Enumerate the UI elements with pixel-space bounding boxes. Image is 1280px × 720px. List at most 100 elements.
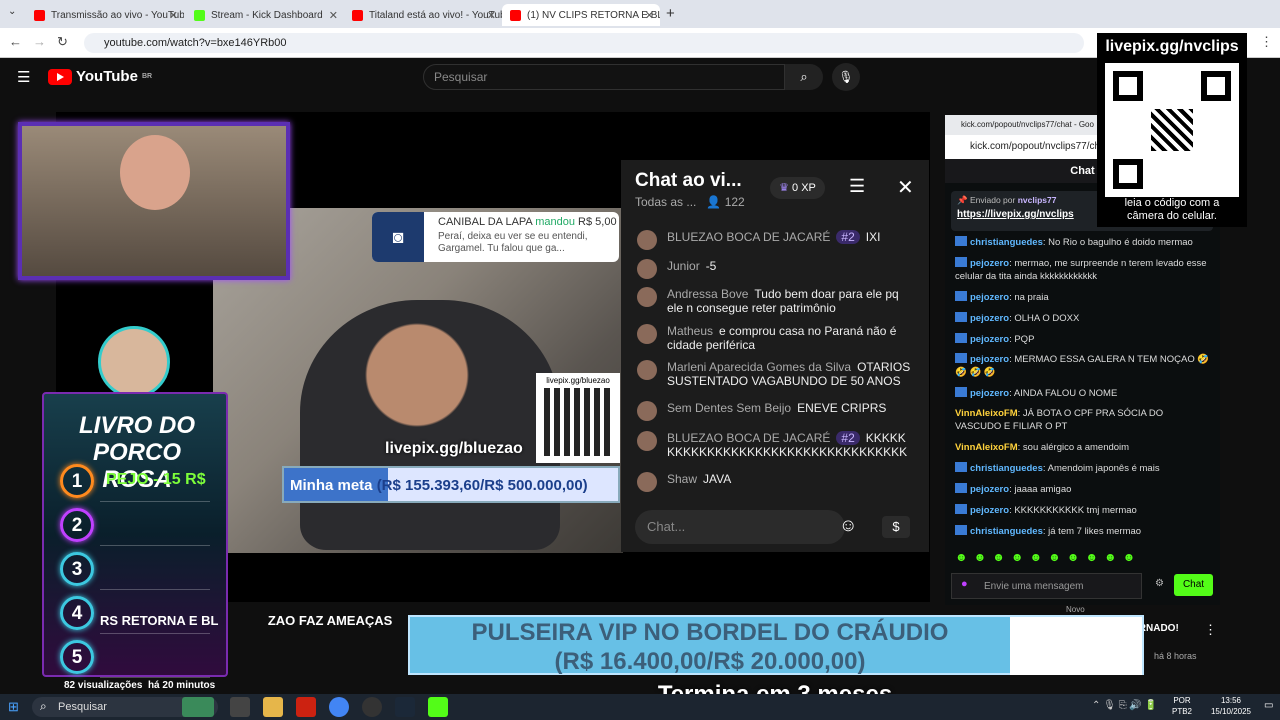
tab-label: Transmissão ao vivo - YouTube — [51, 9, 184, 21]
windows-start-icon[interactable]: ⊞ — [8, 699, 19, 715]
chat-author[interactable]: Andressa Bove — [667, 287, 748, 301]
kick-app-icon[interactable] — [428, 697, 448, 717]
tab-label: Stream - Kick Dashboard — [211, 9, 323, 21]
kick-username[interactable]: pejozero — [970, 292, 1009, 303]
kick-message-text: AINDA FALOU O NOME — [1013, 388, 1118, 399]
new-tab-icon[interactable]: + — [666, 5, 675, 22]
voice-search-button[interactable]: 🎙 — [832, 63, 860, 91]
xp-badge[interactable]: ♛ 0 XP — [770, 177, 825, 199]
clock[interactable]: 13:56 15/10/2025 — [1205, 695, 1257, 717]
avatar[interactable] — [637, 259, 657, 279]
avatar[interactable] — [637, 287, 657, 307]
close-icon[interactable]: ✕ — [487, 9, 496, 22]
tab-youtube-live[interactable]: Transmissão ao vivo - YouTube ✕ — [26, 4, 184, 26]
kick-message-text: KKKKKKKKKKK tmj mermao — [1014, 505, 1137, 516]
file-explorer-icon[interactable] — [263, 697, 283, 717]
kick-message-input[interactable]: Envie uma mensagem — [951, 573, 1142, 599]
close-icon[interactable]: ✕ — [645, 9, 654, 22]
chrome-icon[interactable] — [329, 697, 349, 717]
tab-list-icon[interactable]: ⌄ — [8, 6, 16, 17]
mic-icon: 🎙 — [838, 70, 854, 84]
kick-chat-message: VinnAleixoFM: sou alérgico a amendoim — [955, 441, 1210, 454]
kick-username[interactable]: pejozero — [970, 484, 1009, 495]
search-input[interactable]: Pesquisar — [423, 64, 785, 90]
menu-icon[interactable]: ⋮ — [1260, 34, 1273, 50]
settings-icon[interactable]: ⚙ — [1155, 578, 1164, 589]
avatar[interactable] — [637, 472, 657, 492]
kick-username[interactable]: pejozero — [970, 505, 1009, 516]
badge-icon — [955, 525, 967, 535]
badge-icon — [955, 387, 967, 397]
tab-nv-clips[interactable]: (1) NV CLIPS RETORNA E BL ✕ — [502, 4, 660, 26]
chat-filter[interactable]: Todas as ... — [635, 195, 696, 209]
close-icon[interactable]: ✕ — [329, 9, 338, 22]
reload-icon[interactable]: ↻ — [57, 34, 68, 50]
task-view-icon[interactable] — [230, 697, 250, 717]
youtube-favicon-icon — [352, 9, 363, 21]
obs-icon[interactable] — [362, 697, 382, 717]
kick-username[interactable]: pejozero — [970, 354, 1009, 365]
url-field[interactable]: youtube.com/watch?v=bxe146YRb00 — [84, 33, 1084, 53]
mic-icon[interactable]: ● — [961, 578, 968, 590]
more-options-icon[interactable]: ⋮ — [1204, 622, 1217, 638]
close-icon[interactable]: ✕ — [169, 9, 178, 22]
emote-bar[interactable]: ☻☻☻☻☻☻☻☻☻☻ — [955, 550, 1141, 564]
chat-author[interactable]: BLUEZAO BOCA DE JACARÉ — [667, 230, 830, 244]
system-tray-icons[interactable]: ⌃ 🎙 ⎘ 🔊 🔋 — [1092, 700, 1157, 711]
qr-code-icon — [1105, 63, 1239, 197]
kick-username[interactable]: pejozero — [970, 334, 1009, 345]
chat-author[interactable]: Junior — [667, 259, 700, 273]
chat-input[interactable]: Chat... — [635, 510, 845, 544]
widgets-icon[interactable] — [182, 697, 214, 717]
clock-time: 13:56 — [1220, 696, 1242, 705]
chat-author[interactable]: Shaw — [667, 472, 697, 486]
youtube-header: ☰ YouTube BR Pesquisar ⌕ 🎙 — [0, 58, 1280, 98]
chat-message: Andressa Bove Tudo bem doar para ele pq e… — [637, 287, 917, 315]
hamburger-icon[interactable]: ☰ — [17, 68, 30, 86]
kick-username[interactable]: christianguedes — [970, 237, 1043, 248]
avatar[interactable] — [637, 431, 657, 451]
tab-kick-dashboard[interactable]: Stream - Kick Dashboard ✕ — [186, 4, 344, 26]
close-icon[interactable]: ✕ — [897, 175, 914, 200]
steam-icon[interactable] — [395, 697, 415, 717]
address-bar: ← → ↻ youtube.com/watch?v=bxe146YRb00 ⋮ — [0, 28, 1280, 58]
donation-message: Peraí, deixa eu ver se eu entendi, Garga… — [438, 231, 588, 254]
chat-author[interactable]: BLUEZAO BOCA DE JACARÉ — [667, 431, 830, 445]
search-button[interactable]: ⌕ — [785, 64, 823, 90]
kick-send-button[interactable]: Chat — [1174, 574, 1213, 596]
kick-chat-message: pejozero: PQP — [955, 333, 1210, 346]
avatar[interactable] — [637, 360, 657, 380]
kick-username[interactable]: VinnAleixoFM — [955, 442, 1018, 453]
youtube-logo[interactable]: YouTube BR — [48, 68, 152, 85]
chat-text: -5 — [705, 259, 717, 273]
chat-author[interactable]: Marleni Aparecida Gomes da Silva — [667, 360, 851, 374]
app-icon[interactable] — [296, 697, 316, 717]
kick-username[interactable]: pejozero — [970, 388, 1009, 399]
youtube-logo-text: YouTube — [76, 68, 138, 85]
kick-username[interactable]: pejozero — [970, 258, 1009, 269]
chat-author[interactable]: Sem Dentes Sem Beijo — [667, 401, 791, 415]
tab-titaland[interactable]: Titaland está ao vivo! - YouTube ✕ — [344, 4, 502, 26]
emoji-icon[interactable]: ☺ — [839, 515, 857, 536]
language-indicator[interactable]: POR PTB2 — [1172, 695, 1192, 717]
kick-username[interactable]: VinnAleixoFM — [955, 408, 1018, 419]
xp-value: 0 XP — [792, 182, 816, 194]
kick-username[interactable]: christianguedes — [970, 463, 1043, 474]
badge-icon — [955, 257, 967, 267]
kick-username[interactable]: pejozero — [970, 313, 1009, 324]
chat-author[interactable]: Matheus — [667, 324, 713, 338]
back-icon[interactable]: ← — [9, 34, 22, 49]
chat-message: Sem Dentes Sem Beijo ENEVE CRIPRS — [637, 401, 917, 421]
chat-message: BLUEZAO BOCA DE JACARÉ #2 IXI — [637, 230, 917, 250]
kick-username[interactable]: christianguedes — [970, 526, 1043, 537]
forward-icon[interactable]: → — [33, 34, 46, 49]
super-chat-icon[interactable]: $ — [882, 516, 910, 538]
streamer-figure — [300, 300, 560, 550]
settings-sliders-icon[interactable]: ☰ — [849, 176, 865, 197]
avatar[interactable] — [637, 324, 657, 344]
notification-icon[interactable]: ▭ — [1264, 700, 1273, 711]
donation-verb: mandou — [535, 216, 575, 228]
avatar[interactable] — [637, 401, 657, 421]
kick-message-text: PQP — [1014, 334, 1035, 345]
avatar[interactable] — [637, 230, 657, 250]
